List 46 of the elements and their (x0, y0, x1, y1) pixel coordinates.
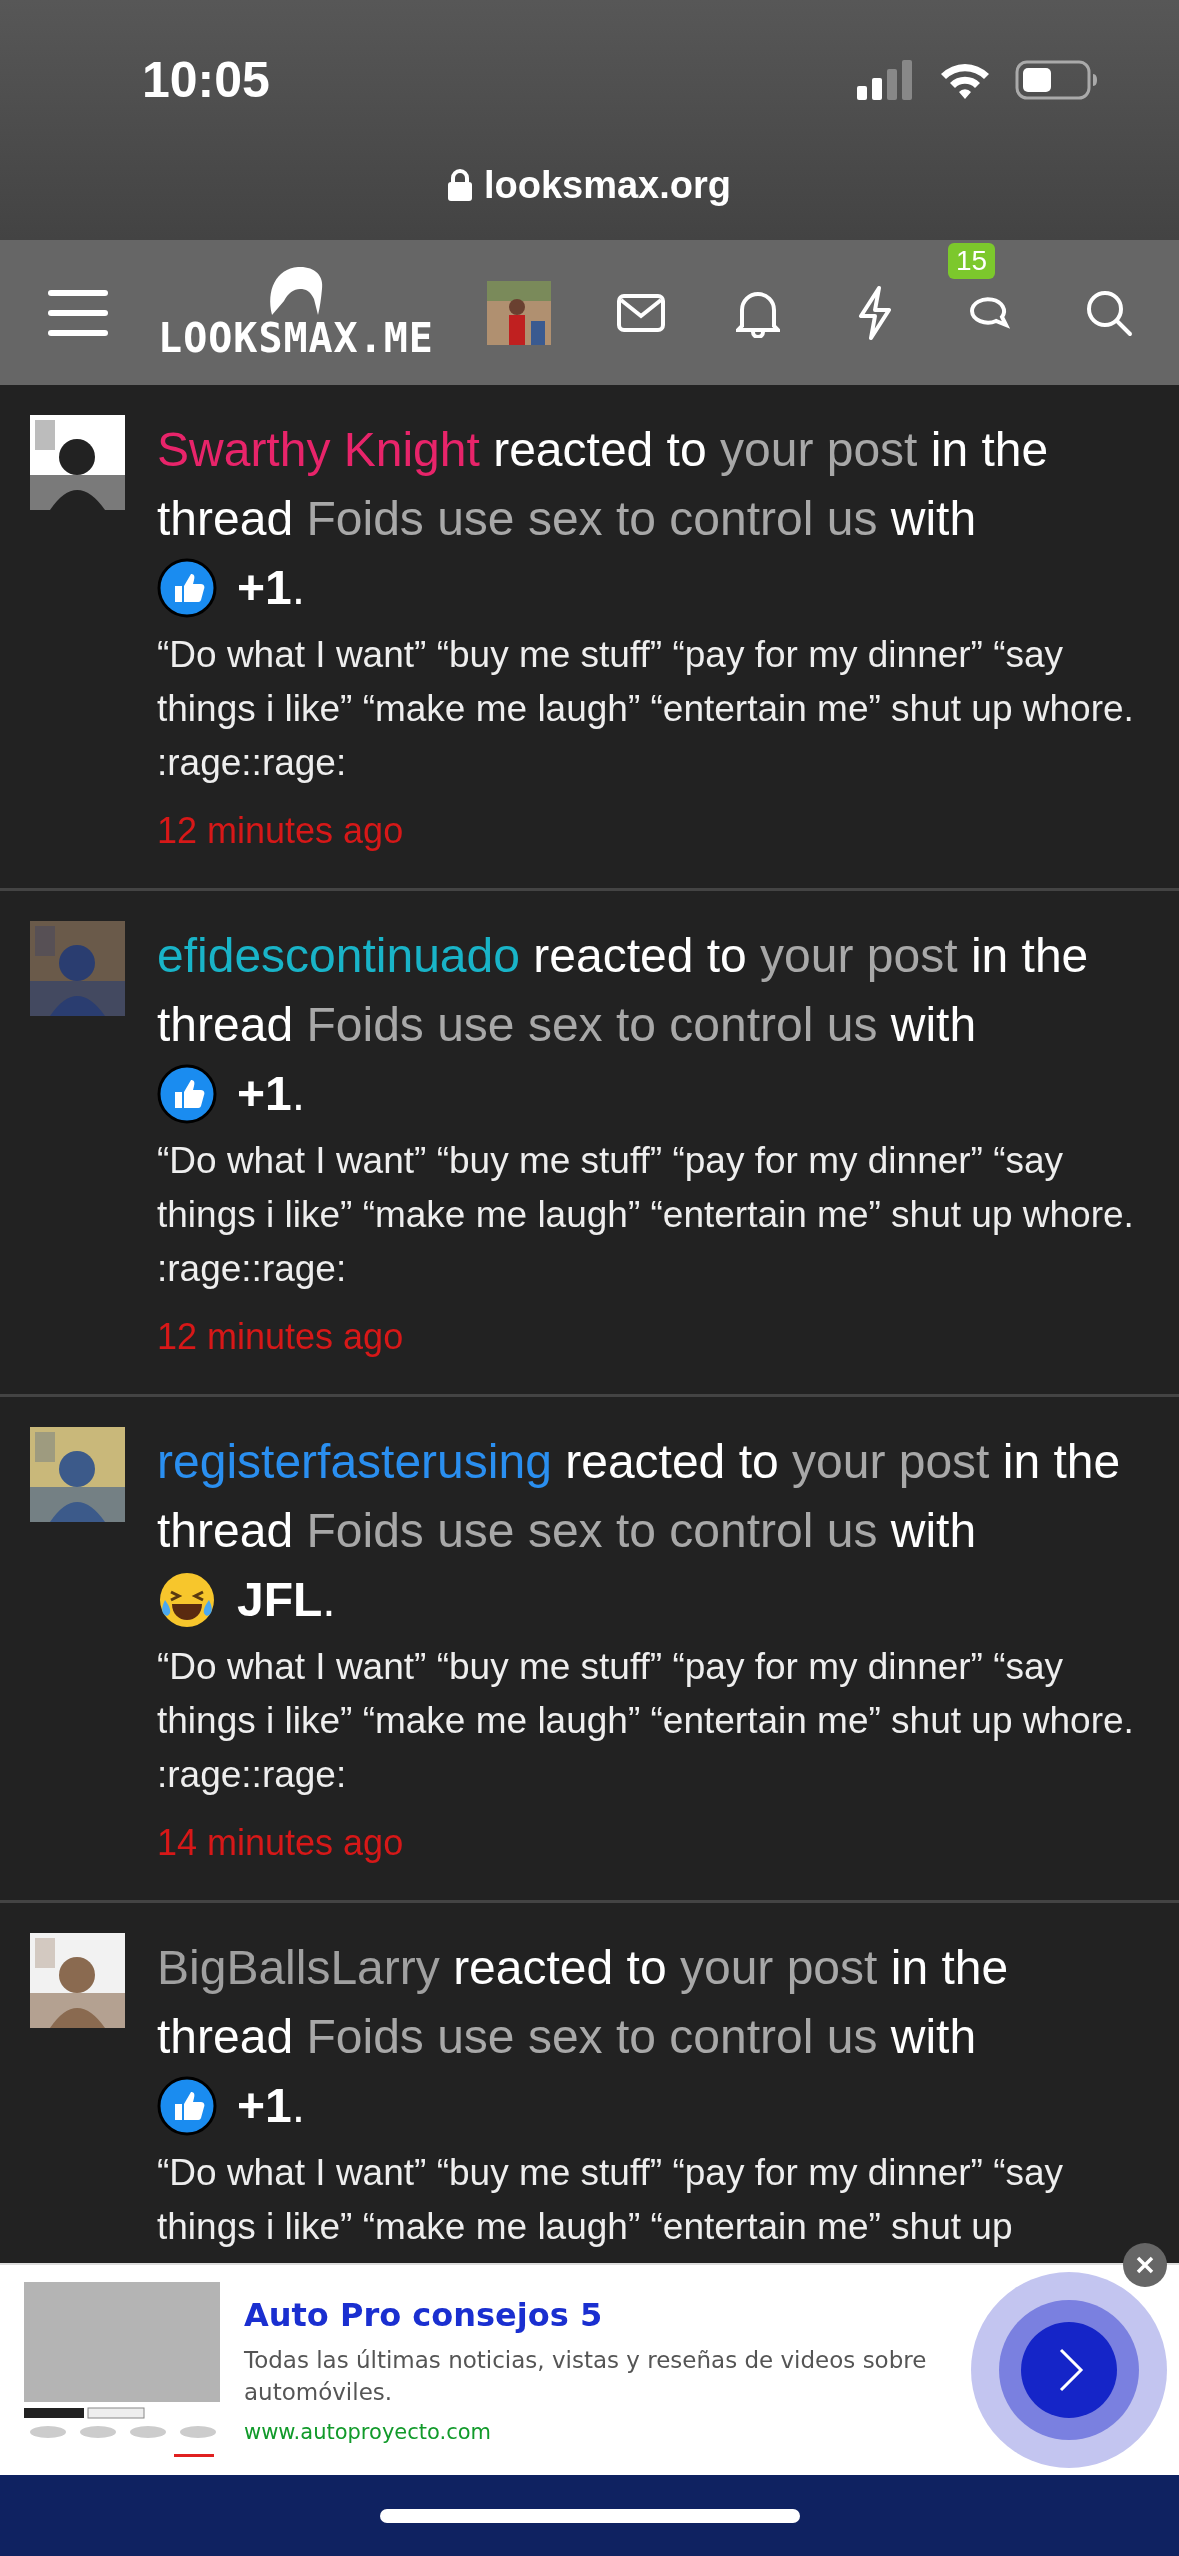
reaction-label: JFL (237, 1572, 323, 1628)
url-text[interactable]: looksmax.org (483, 163, 732, 207)
lock-icon (447, 169, 472, 201)
period-text: . (322, 1572, 336, 1628)
post-snippet: “Do what I want” “buy me stuff” “pay for my dinner” “say things i like” “make me laugh” “entertain me” shut up whore. :rage::rage: (157, 633, 1135, 785)
site-logo[interactable]: LOOKSMAX.ME (158, 314, 434, 361)
thread-link[interactable]: Foids use sex to control us (306, 492, 878, 545)
post-link[interactable]: your post (792, 1435, 990, 1488)
close-icon[interactable] (1135, 2255, 1155, 2275)
post-link[interactable]: your post (679, 1941, 878, 1994)
timestamp: 12 minutes ago (157, 1315, 405, 1359)
thread-link[interactable]: Foids use sex to control us (306, 2010, 878, 2063)
user-link[interactable]: registerfasterusing (157, 1435, 552, 1488)
close-button[interactable] (1123, 2243, 1167, 2287)
thumbs-up-icon (157, 557, 217, 618)
notification-badge: 15 (948, 242, 996, 279)
timestamp: 14 minutes ago (157, 1821, 405, 1865)
ad-description: Todas las últimas noticias, vistas y reseñas de videos sobre automóviles. (244, 2346, 928, 2407)
thumbs-up-icon (157, 2075, 217, 2136)
period-text: . (291, 2078, 306, 2134)
alert-text: registerfasterusing reacted to your post in the thread Foids use sex to control us with (157, 1434, 1122, 1559)
alert-text: efidescontinuado reacted to your post in the thread Foids use sex to control us with (157, 928, 1090, 1053)
period-text: . (291, 560, 306, 616)
reaction-label: +1 (237, 2078, 292, 2134)
user-link[interactable]: Swarthy Knight (157, 423, 480, 476)
signal-icon (857, 60, 915, 100)
status-time: 10:05 (142, 51, 270, 109)
post-link[interactable]: your post (720, 423, 918, 476)
thread-link[interactable]: Foids use sex to control us (306, 998, 878, 1051)
thumbs-up-icon (157, 1063, 217, 1124)
post-link[interactable]: your post (760, 929, 958, 982)
ad-url[interactable]: www.autoproyecto.com (244, 2420, 944, 2444)
post-snippet: “Do what I want” “buy me stuff” “pay for my dinner” “say things i like” “make me laugh” “entertain me” shut up whore. :rage::rage: (157, 1139, 1135, 1291)
post-snippet: “Do what I want” “buy me stuff” “pay for my dinner” “say things i like” “make me laugh” “entertain me” shut up whore. :rage::rage: (157, 1645, 1135, 1797)
user-link[interactable]: BigBallsLarry (157, 1941, 440, 1994)
period-text: . (291, 1066, 306, 1122)
reaction-label: +1 (237, 560, 292, 616)
post-snippet: “Do what I want” “buy me stuff” “pay for my dinner” “say things i like” “make me laugh” “entertain me” shut up (157, 2151, 1065, 2249)
alert-text: BigBallsLarry reacted to your post in the thread Foids use sex to control us with (157, 1940, 1010, 2065)
reaction-label: +1 (237, 1066, 292, 1122)
ad-title[interactable]: Auto Pro consejos 5 (244, 2296, 944, 2334)
alert-text: Swarthy Knight reacted to your post in the thread Foids use sex to control us with (157, 422, 1050, 547)
battery-icon (1015, 60, 1099, 100)
timestamp: 12 minutes ago (157, 809, 405, 853)
user-link[interactable]: efidescontinuado (157, 929, 520, 982)
thread-link[interactable]: Foids use sex to control us (306, 1504, 878, 1557)
